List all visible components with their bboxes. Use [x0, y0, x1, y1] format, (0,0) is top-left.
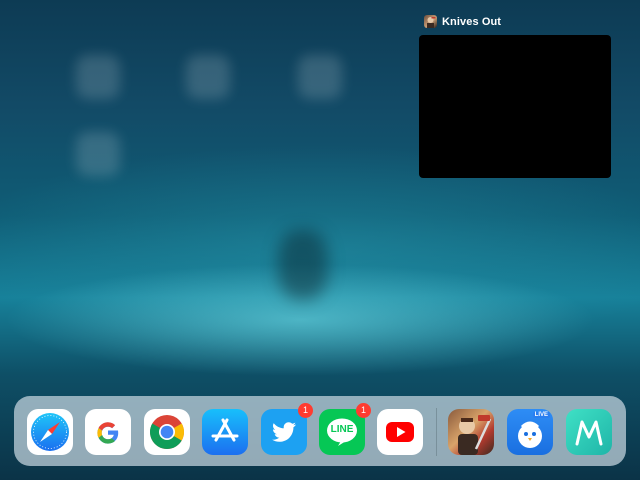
dock-app-chrome[interactable]	[144, 409, 190, 455]
m-letter-icon	[575, 420, 603, 446]
dock-app-knives-out[interactable]	[448, 409, 494, 455]
blurred-home-icon	[76, 132, 120, 176]
blurred-home-icon	[76, 55, 120, 99]
knives-out-game-icon	[458, 415, 492, 455]
dock-app-safari[interactable]	[27, 409, 73, 455]
pip-video-window[interactable]	[419, 35, 611, 178]
notification-badge: 1	[356, 403, 371, 418]
youtube-play-icon	[386, 422, 414, 442]
line-logo-text: LINE	[330, 424, 354, 435]
dock-app-youtube[interactable]	[377, 409, 423, 455]
blurred-home-icon	[298, 55, 342, 99]
dock-app-live-bird[interactable]: LIVE	[507, 409, 553, 455]
google-g-icon	[97, 422, 119, 444]
dock-divider	[436, 408, 437, 456]
knives-out-game-icon	[424, 15, 437, 28]
dock-app-m[interactable]	[566, 409, 612, 455]
pip-title: Knives Out	[442, 15, 502, 28]
pip-header[interactable]: Knives Out	[424, 15, 501, 28]
dock-app-google[interactable]	[85, 409, 131, 455]
notification-badge: 1	[298, 403, 313, 418]
safari-compass-icon	[31, 413, 69, 451]
dock-app-app-store[interactable]	[202, 409, 248, 455]
dock-app-line[interactable]: LINE 1	[319, 403, 371, 455]
live-label: LIVE	[532, 412, 550, 418]
dock-app-twitter[interactable]: 1	[261, 403, 313, 455]
wallpaper-silhouette	[278, 230, 328, 300]
chrome-icon	[150, 415, 184, 449]
blurred-home-icon	[186, 55, 230, 99]
app-store-a-icon	[211, 418, 239, 442]
